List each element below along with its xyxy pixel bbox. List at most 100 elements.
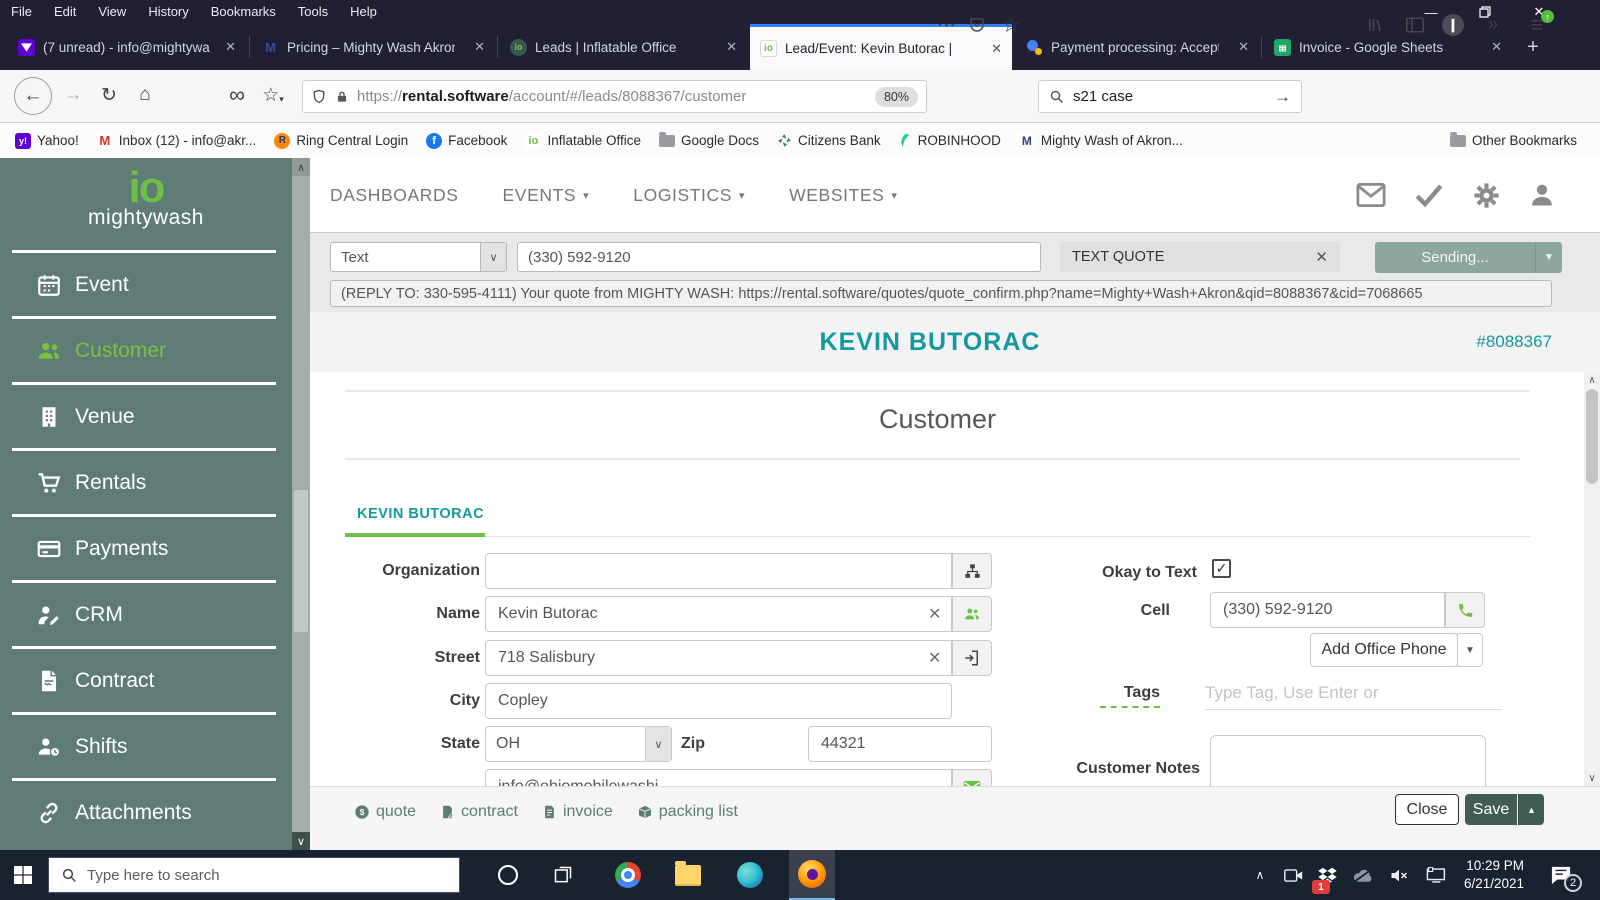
name-field[interactable] [485,596,952,632]
search-go-icon[interactable]: → [1274,87,1291,107]
scrollbar-thumb[interactable] [294,490,308,632]
customer-tab[interactable]: KEVIN BUTORAC [357,506,484,522]
tab-close-icon[interactable]: ✕ [1491,39,1502,55]
save-options-caret[interactable]: ▲ [1518,794,1544,825]
search-bar[interactable]: s21 case → [1038,80,1302,113]
back-button[interactable]: ← [14,77,52,115]
invoice-link[interactable]: invoice [542,803,613,821]
caret-down-icon[interactable]: ▼ [1535,242,1562,273]
tab-close-icon[interactable]: ✕ [726,39,737,55]
tab-close-icon[interactable]: ✕ [1238,39,1249,55]
nav-events[interactable]: EVENTS▾ [503,185,590,206]
sidebar-item-event[interactable]: Event [12,250,276,316]
mail-icon[interactable] [1356,182,1386,208]
city-field[interactable] [485,683,952,719]
sidebar-item-crm[interactable]: CRM [12,580,276,646]
chrome-taskbar-button[interactable] [605,850,651,900]
menu-file[interactable]: File [0,0,43,24]
meet-now-icon[interactable] [1276,850,1310,900]
home-button[interactable]: ⌂ [130,80,160,110]
sidebar-item-attachments[interactable]: Attachments [12,778,276,844]
check-icon[interactable] [1413,182,1445,208]
tab-close-icon[interactable]: ✕ [991,41,1002,57]
content-scrollbar[interactable]: ∧ ∨ [1584,372,1600,786]
template-chip[interactable]: TEXT QUOTE ✕ [1060,242,1340,272]
sidebar-item-venue[interactable]: Venue [12,382,276,448]
menu-tools[interactable]: Tools [287,0,339,24]
notification-center-button[interactable]: 2 [1538,850,1584,900]
name-input[interactable] [485,596,952,632]
tab-pricing-mighty-wash[interactable]: M Pricing – Mighty Wash Akron ✕ [252,24,495,70]
add-office-phone-button[interactable]: Add Office Phone [1310,633,1458,667]
nav-dashboards[interactable]: DASHBOARDS [330,185,459,206]
nav-websites[interactable]: WEBSITES▾ [789,185,897,206]
edge-taskbar-button[interactable] [727,850,773,900]
tracking-shield-icon[interactable] [311,88,327,105]
zip-field[interactable] [808,726,992,762]
overflow-menu-icon[interactable]: » [1478,10,1508,40]
street-field[interactable] [485,640,952,676]
volume-muted-icon[interactable] [1382,850,1416,900]
scroll-up-icon[interactable]: ∧ [1584,372,1600,388]
add-phone-caret-button[interactable]: ▼ [1457,633,1483,667]
cell-field[interactable] [1210,592,1445,628]
tab-close-icon[interactable]: ✕ [474,39,485,55]
email-input[interactable] [485,769,952,786]
customer-notes-textarea[interactable] [1210,735,1486,786]
menu-edit[interactable]: Edit [43,0,87,24]
menu-view[interactable]: View [87,0,137,24]
message-phone-input[interactable] [517,242,1041,272]
remove-template-icon[interactable]: ✕ [1315,248,1328,266]
hamburger-menu-icon[interactable]: ≡ ↑ [1522,10,1552,40]
bookmark-ring-central[interactable]: R Ring Central Login [265,133,417,149]
tags-input[interactable]: Type Tag, Use Enter or [1205,672,1502,710]
taskbar-clock[interactable]: 10:29 PM 6/21/2021 [1438,857,1524,893]
gear-icon[interactable] [1472,181,1501,210]
tray-expand-icon[interactable]: ∧ [1243,850,1277,900]
state-select[interactable]: OH ∨ [485,726,672,762]
close-button[interactable]: Close [1395,794,1459,825]
tab-payment-processing[interactable]: Payment processing: Accept ✕ [1016,24,1259,70]
sidebar-toggle-icon[interactable] [1400,10,1430,40]
pocket-icon[interactable] [962,10,992,40]
file-explorer-taskbar-button[interactable] [665,850,711,900]
email-action-button[interactable] [952,769,992,786]
taskbar-search[interactable]: Type here to search [48,857,460,893]
scroll-down-icon[interactable]: ∨ [1584,770,1600,786]
packing-list-link[interactable]: packing list [637,803,738,821]
sidebar-item-rentals[interactable]: Rentals [12,448,276,514]
url-text[interactable]: https://rental.software/account/#/leads/… [357,88,867,105]
task-view-button[interactable] [540,850,586,900]
clear-street-icon[interactable]: ✕ [928,648,941,668]
tab-close-icon[interactable]: ✕ [225,39,236,55]
nav-logistics[interactable]: LOGISTICS▾ [633,185,745,206]
bookmark-robinhood[interactable]: ROBINHOOD [890,133,1010,148]
bookmark-inflatable-office[interactable]: io Inflatable Office [516,133,650,149]
bookmark-google-docs[interactable]: Google Docs [650,133,768,148]
tab-yahoo-mail[interactable]: (7 unread) - info@mightywa ✕ [8,24,246,70]
cell-input[interactable] [1210,592,1445,628]
library-icon[interactable] [1360,10,1390,40]
okay-to-text-checkbox[interactable]: ✓ [1212,559,1231,578]
call-button[interactable] [1445,592,1485,628]
bookmark-tool-icon[interactable]: ☆▾ [258,80,288,110]
street-copy-button[interactable] [952,640,992,676]
reload-button[interactable]: ↻ [94,80,124,110]
sidebar-item-shifts[interactable]: Shifts [12,712,276,778]
start-button[interactable] [0,850,46,900]
scrollbar-thumb[interactable] [1586,389,1598,484]
sidebar-logo[interactable]: io mightywash [0,158,292,250]
sidebar-item-customer[interactable]: Customer [12,316,276,382]
city-input[interactable] [485,683,952,719]
menu-help[interactable]: Help [339,0,388,24]
search-value[interactable]: s21 case [1073,88,1265,105]
zip-input[interactable] [808,726,992,762]
bookmark-citizens-bank[interactable]: Citizens Bank [768,133,890,148]
contract-link[interactable]: contract [440,803,518,821]
save-button[interactable]: Save [1465,794,1517,825]
bookmark-gmail-inbox[interactable]: M Inbox (12) - info@akr... [88,133,266,149]
bookmark-mighty-wash[interactable]: M Mighty Wash of Akron... [1010,133,1192,149]
containers-extension-icon[interactable]: ∞ [222,80,252,110]
quote-link[interactable]: $ quote [354,803,416,821]
onedrive-icon[interactable] [1346,850,1380,900]
